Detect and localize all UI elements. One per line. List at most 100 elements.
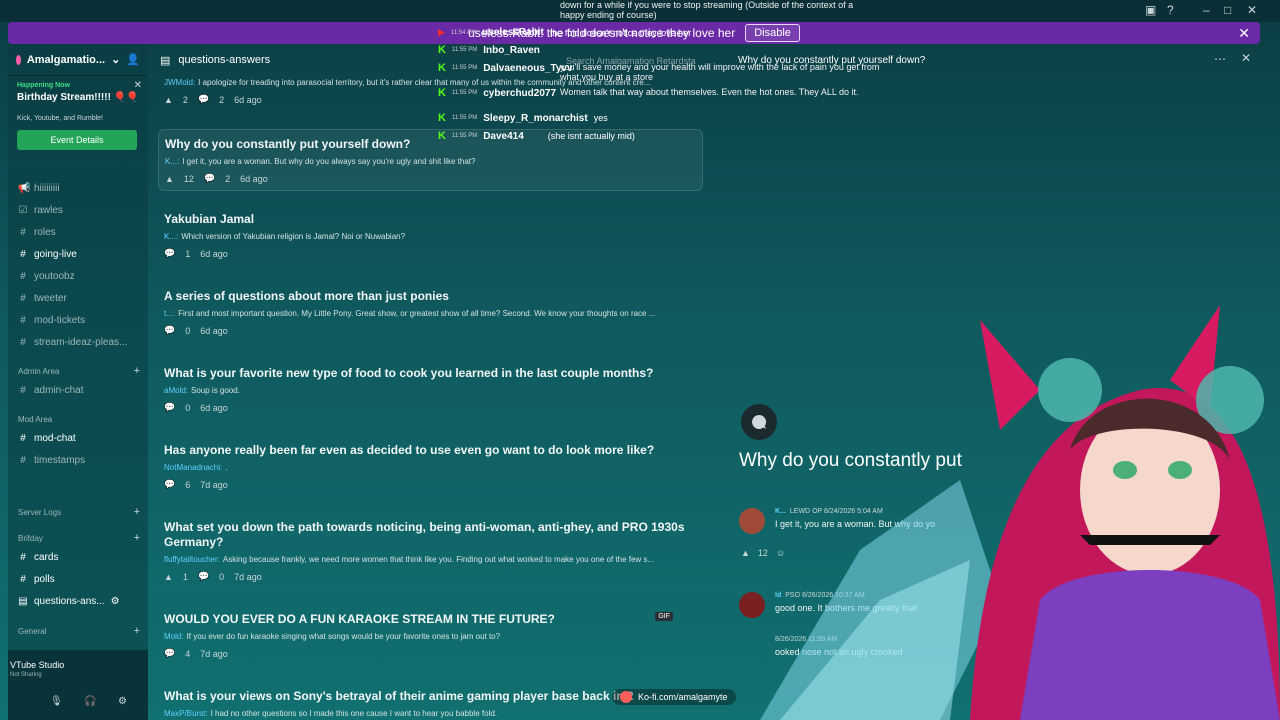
chat-message: yes bbox=[593, 113, 608, 123]
hash-icon: # bbox=[20, 433, 26, 444]
add-channel-icon[interactable]: + bbox=[134, 532, 140, 544]
kofi-heart-icon bbox=[620, 691, 632, 703]
channel-going-live[interactable]: # going-live bbox=[18, 249, 77, 260]
channel-label: mod-tickets bbox=[34, 315, 86, 326]
thread-preview: MaxP/Burst: I had no other questions so I… bbox=[164, 709, 697, 718]
channel-admin-chat[interactable]: # admin-chat bbox=[18, 385, 83, 396]
thread-age: 6d ago bbox=[200, 248, 228, 259]
reply-count: 2 bbox=[219, 94, 225, 105]
category-server-logs[interactable]: Server Logs bbox=[18, 508, 61, 517]
headphones-icon[interactable]: 🎧 bbox=[84, 696, 96, 707]
server-header[interactable]: Amalgamatio... ⌄ 👤 bbox=[8, 44, 148, 76]
close-notice-icon[interactable]: ✕ bbox=[1238, 25, 1250, 42]
chat-time: 11:55 PM bbox=[451, 47, 478, 53]
thread-author: Mold: bbox=[164, 632, 184, 641]
kofi-link[interactable]: Ko-fi.com/amalgamyte bbox=[638, 692, 728, 702]
thread-item[interactable]: WOULD YOU EVER DO A FUN KARAOKE STREAM I… bbox=[158, 612, 703, 659]
channel-tweeter[interactable]: # tweeter bbox=[18, 293, 67, 304]
reply-icon: 💬 bbox=[164, 402, 176, 412]
kick-icon: K bbox=[438, 112, 446, 124]
kick-icon: K bbox=[438, 62, 446, 74]
thread-preview-text: Soup is good. bbox=[191, 386, 240, 395]
thread-item[interactable]: What is your favorite new type of food t… bbox=[158, 366, 703, 413]
channel-timestamps[interactable]: # timestamps bbox=[18, 455, 85, 466]
youtube-icon: ▶ bbox=[438, 27, 445, 37]
event-details-button[interactable]: Event Details bbox=[17, 130, 137, 150]
chat-message: Women talk that way about themselves. Ev… bbox=[560, 87, 859, 97]
thread-preview-text: First and most important question. My Li… bbox=[178, 309, 656, 318]
thread-meta: 💬 6 7d ago bbox=[164, 479, 697, 490]
maximize-icon[interactable]: □ bbox=[1224, 3, 1231, 17]
thread-author: aMold: bbox=[164, 386, 189, 395]
thread-detail-header: Why do you constantly put yourself down? bbox=[728, 44, 1260, 76]
close-thread-icon[interactable]: ✕ bbox=[1241, 51, 1251, 65]
reply-icon: 💬 bbox=[203, 173, 216, 183]
help-icon[interactable]: ? bbox=[1167, 3, 1174, 17]
channel-polls[interactable]: # polls bbox=[18, 574, 54, 585]
thread-preview: K...: I get it, you are a woman. But why … bbox=[165, 157, 696, 166]
add-channel-icon[interactable]: + bbox=[134, 365, 140, 377]
thread-preview: Mold: If you ever do fun karaoke singing … bbox=[164, 632, 697, 641]
hash-icon: # bbox=[20, 455, 26, 466]
thread-preview: NotManadnachi:. bbox=[164, 463, 697, 472]
category-mod-area[interactable]: Mod Area bbox=[18, 415, 52, 424]
minimize-icon[interactable]: – bbox=[1203, 3, 1210, 17]
reply-count: 2 bbox=[225, 173, 231, 184]
channel-rawles[interactable]: ☑ rawles bbox=[18, 205, 63, 216]
category-brifday[interactable]: Brifday bbox=[18, 534, 43, 543]
channel-mod-chat[interactable]: # mod-chat bbox=[18, 433, 75, 444]
activity-status: Not Sharing bbox=[10, 672, 42, 678]
channel-label: admin-chat bbox=[34, 385, 84, 396]
channel-stream-ideaz[interactable]: # stream-ideaz-pleas... bbox=[18, 337, 127, 348]
thread-item[interactable]: Yakubian Jamal K...: Which version of Yak… bbox=[158, 212, 703, 259]
thread-item[interactable]: Has anyone really been far even as decid… bbox=[158, 443, 703, 490]
thread-meta: 💬 0 6d ago bbox=[164, 325, 697, 336]
channel-questions-answers[interactable]: ▤ questions-ans... ⚙ bbox=[18, 596, 120, 607]
channel-label: hiiiiiiiii bbox=[34, 183, 60, 194]
reaction-icon: ▲ bbox=[164, 571, 173, 582]
close-window-icon[interactable]: ✕ bbox=[1247, 3, 1257, 17]
reply-icon: 💬 bbox=[197, 94, 210, 104]
thread-age: 6d ago bbox=[240, 173, 268, 184]
channel-label: roles bbox=[34, 227, 56, 238]
add-member-icon[interactable]: 👤 bbox=[126, 53, 140, 66]
channel-roles[interactable]: # roles bbox=[18, 227, 56, 238]
kick-icon: K bbox=[438, 44, 446, 56]
more-options-icon[interactable]: ⋯ bbox=[1214, 52, 1226, 66]
thread-title: What is your favorite new type of food t… bbox=[164, 366, 654, 380]
thread-preview-text: I had no other questions so I made this … bbox=[210, 709, 497, 718]
channel-cards[interactable]: # cards bbox=[18, 552, 58, 563]
thread-item[interactable]: A series of questions about more than ju… bbox=[158, 289, 703, 336]
thread-meta: 💬 4 7d ago bbox=[164, 648, 697, 659]
thread-author: t...: bbox=[164, 309, 176, 318]
chat-time: 11:55 PM bbox=[451, 115, 478, 121]
thread-title: Yakubian Jamal bbox=[164, 212, 255, 226]
reply-count: 0 bbox=[219, 571, 225, 582]
chat-row: K 11:55 PM Dalvaeneous_Tyvv bbox=[438, 62, 573, 74]
channel-title: questions-answers bbox=[178, 54, 271, 66]
channel-mod-tickets[interactable]: # mod-tickets bbox=[18, 315, 85, 326]
chat-username: Sleepy_R_monarchist bbox=[483, 112, 588, 124]
activity-app: VTube Studio bbox=[10, 660, 65, 670]
channel-label: cards bbox=[34, 552, 59, 563]
category-general[interactable]: General bbox=[18, 627, 46, 636]
inbox-icon[interactable]: ▣ bbox=[1145, 3, 1156, 17]
add-channel-icon[interactable]: + bbox=[134, 506, 140, 518]
gear-icon[interactable]: ⚙ bbox=[111, 596, 120, 607]
settings-icon[interactable]: ⚙ bbox=[118, 696, 127, 707]
channel-hiiiiiiiii[interactable]: 📢 hiiiiiiiii bbox=[18, 183, 60, 194]
reply-count: 0 bbox=[185, 402, 191, 413]
thread-item[interactable]: What set you down the path towards notic… bbox=[158, 520, 703, 582]
reaction-count: 2 bbox=[182, 94, 188, 105]
reply-icon: 💬 bbox=[197, 571, 210, 581]
mic-icon[interactable]: 🎙 bbox=[50, 696, 63, 707]
thread-meta: 💬 1 6d ago bbox=[164, 248, 697, 259]
channel-youtoobz[interactable]: # youtoobz bbox=[18, 271, 74, 282]
add-channel-icon[interactable]: + bbox=[134, 625, 140, 637]
thread-preview: fluffytailtoucher: Asking because frankly… bbox=[164, 555, 697, 564]
reply-count: 6 bbox=[185, 479, 191, 490]
close-event-icon[interactable]: ✕ bbox=[134, 80, 142, 91]
kofi-banner[interactable]: Ko-fi.com/amalgamyte bbox=[612, 689, 736, 705]
category-admin-area[interactable]: Admin Area bbox=[18, 367, 59, 376]
channel-sidebar: Amalgamatio... ⌄ 👤 Happening Now Birthda… bbox=[8, 44, 148, 720]
